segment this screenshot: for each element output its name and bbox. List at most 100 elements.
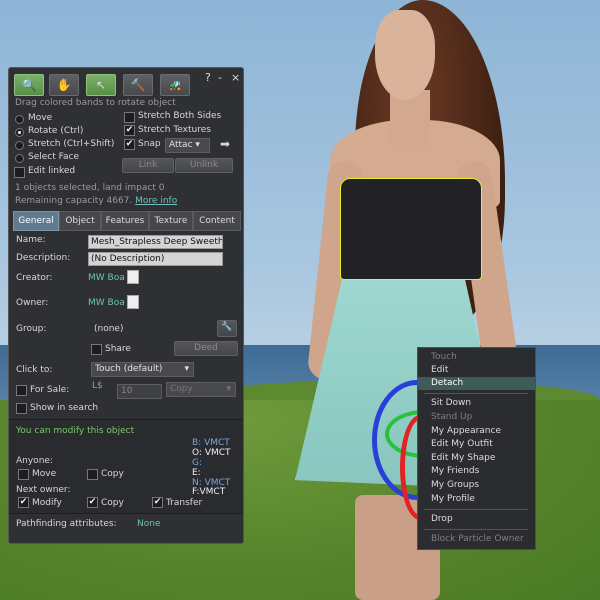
rotate-radio[interactable] (15, 128, 24, 137)
perm-code-base: B: VMCT (192, 438, 230, 448)
magnifier-icon: 🔍 (21, 78, 37, 92)
focus-tool-button[interactable]: 🔍 (14, 74, 44, 96)
move-radio[interactable] (15, 115, 24, 124)
stretch-textures-checkbox[interactable]: ✔ (124, 125, 135, 136)
next-owner-modify-checkbox[interactable]: ✔ (18, 497, 29, 508)
chevron-down-icon: ▾ (184, 364, 189, 374)
price-value: 10 (121, 386, 133, 396)
click-action-select[interactable]: Touch (default) ▾ (91, 362, 194, 377)
link-button[interactable]: Link (122, 158, 174, 173)
group-value: (none) (94, 324, 124, 334)
more-info-link[interactable]: More info (135, 196, 177, 206)
name-label: Name: (16, 235, 46, 245)
tab-object[interactable]: Object (59, 211, 101, 231)
move-tool-button[interactable]: ✋ (49, 74, 79, 96)
build-floater: 🔍 ✋ ↖ 🔨 🚜 ? - × Drag colored bands to ro… (8, 67, 244, 544)
owner-link[interactable]: MW Boa (88, 298, 125, 308)
tab-general[interactable]: General (13, 211, 59, 231)
menu-item-my-friends[interactable]: My Friends (418, 465, 535, 478)
land-tool-button[interactable]: 🚜 (160, 74, 190, 96)
name-input[interactable]: Mesh_Strapless Deep Sweethe (88, 235, 223, 249)
menu-item-block-particle-owner[interactable]: Block Particle Owner (418, 533, 535, 546)
creator-label: Creator: (16, 273, 53, 283)
for-sale-label: For Sale: (30, 385, 70, 395)
menu-item-detach[interactable]: Detach (418, 377, 535, 390)
minimize-button[interactable]: - (218, 71, 222, 84)
sale-type-select[interactable]: Copy ▾ (166, 382, 236, 397)
next-owner-label: Next owner: (16, 485, 71, 495)
group-set-button[interactable]: 🔧 (217, 320, 237, 337)
anyone-copy-checkbox[interactable] (87, 469, 98, 480)
next-owner-transfer-checkbox[interactable]: ✔ (152, 497, 163, 508)
edit-tool-button[interactable]: ↖ (86, 74, 116, 96)
creator-link[interactable]: MW Boa (88, 273, 125, 283)
select-face-radio[interactable] (15, 154, 24, 163)
pathfinding-label: Pathfinding attributes: (16, 519, 117, 529)
close-button[interactable]: × (231, 71, 240, 84)
menu-item-edit-my-shape[interactable]: Edit My Shape (418, 452, 535, 465)
description-input[interactable]: (No Description) (88, 252, 223, 266)
wand-icon: 🔨 (130, 78, 146, 92)
selection-status: 1 objects selected, land impact 0 (15, 183, 165, 193)
price-input[interactable]: 10 (117, 384, 162, 399)
unlink-button[interactable]: Unlink (175, 158, 233, 173)
section-divider (9, 513, 243, 514)
for-sale-checkbox[interactable] (16, 385, 27, 396)
profile-icon[interactable] (127, 270, 139, 284)
next-owner-copy-label: Copy (101, 498, 124, 508)
anyone-copy-label: Copy (101, 469, 124, 479)
snap-mode-select[interactable]: Attac ▾ (165, 138, 210, 153)
chevron-down-icon: ▾ (226, 384, 231, 394)
perm-code-group: G: (192, 458, 203, 468)
remaining-capacity: Remaining capacity 4667. More info (15, 196, 177, 206)
snap-mode-value: Attac (169, 140, 193, 150)
menu-item-edit[interactable]: Edit (418, 364, 535, 377)
menu-item-stand-up[interactable]: Stand Up (418, 411, 535, 424)
share-checkbox[interactable] (91, 344, 102, 355)
menu-item-sit-down[interactable]: Sit Down (418, 397, 535, 410)
edit-linked-checkbox[interactable] (14, 167, 25, 178)
next-owner-modify-label: Modify (32, 498, 62, 508)
wrench-icon: 🔧 (221, 322, 233, 332)
move-label: Move (28, 113, 53, 123)
help-button[interactable]: ? (205, 71, 211, 84)
next-owner-copy-checkbox[interactable]: ✔ (87, 497, 98, 508)
menu-item-my-groups[interactable]: My Groups (418, 479, 535, 492)
currency-label: L$ (92, 381, 103, 391)
snap-label: Snap (138, 139, 161, 149)
perm-code-owner: O: VMCT (192, 448, 231, 458)
pathfinding-value: None (137, 519, 161, 529)
select-face-label: Select Face (28, 152, 79, 162)
hand-icon: ✋ (56, 78, 72, 92)
anyone-move-label: Move (32, 469, 57, 479)
tab-content[interactable]: Content (193, 211, 241, 231)
modify-notice: You can modify this object (16, 426, 135, 436)
perm-code-folded: F:VMCT (192, 487, 226, 497)
menu-separator (424, 529, 528, 530)
stretch-both-checkbox[interactable] (124, 112, 135, 123)
anyone-label: Anyone: (16, 456, 53, 466)
snap-checkbox[interactable]: ✔ (124, 139, 135, 150)
tab-texture[interactable]: Texture (149, 211, 193, 231)
menu-item-my-appearance[interactable]: My Appearance (418, 425, 535, 438)
create-tool-button[interactable]: 🔨 (123, 74, 153, 96)
stretch-textures-label: Stretch Textures (138, 125, 211, 135)
rotate-hint: Drag colored bands to rotate object (15, 98, 176, 108)
tab-features[interactable]: Features (101, 211, 149, 231)
deed-button[interactable]: Deed (174, 341, 238, 356)
arrow-right-icon[interactable]: ➡ (220, 137, 230, 151)
anyone-move-checkbox[interactable] (18, 469, 29, 480)
dress-bodice-selected[interactable] (340, 178, 482, 280)
menu-item-touch[interactable]: Touch (418, 351, 535, 364)
stretch-radio[interactable] (15, 141, 24, 150)
menu-item-drop[interactable]: Drop (418, 513, 535, 526)
show-in-search-checkbox[interactable] (16, 403, 27, 414)
menu-item-my-profile[interactable]: My Profile (418, 493, 535, 506)
owner-label: Owner: (16, 298, 49, 308)
arrow-cursor-icon: ↖ (95, 78, 107, 92)
description-label: Description: (16, 253, 71, 263)
avatar-face[interactable] (375, 10, 435, 100)
menu-item-edit-my-outfit[interactable]: Edit My Outfit (418, 438, 535, 451)
edit-linked-label: Edit linked (28, 166, 76, 176)
profile-icon[interactable] (127, 295, 139, 309)
